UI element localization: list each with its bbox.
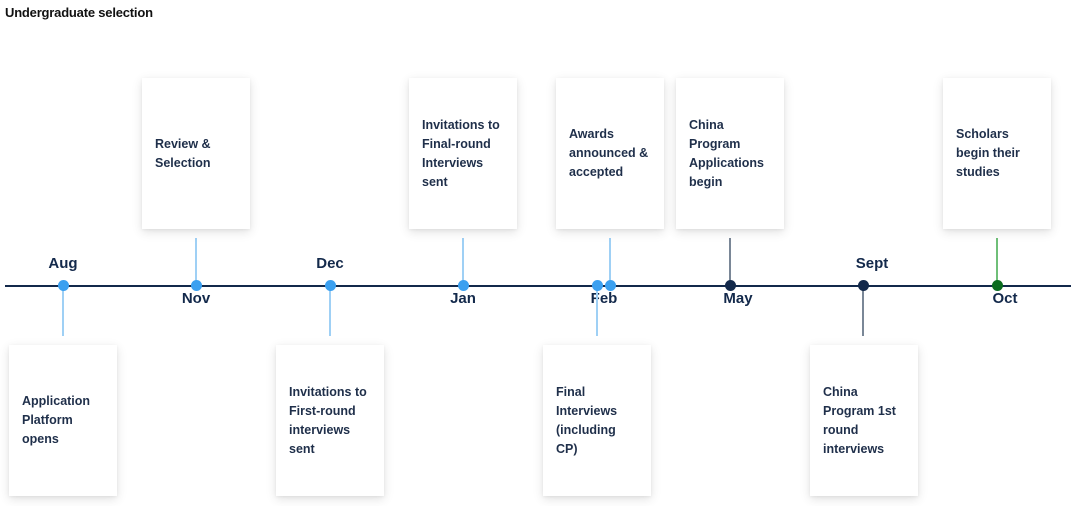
- timeline-marker: [724, 280, 736, 291]
- event-text: Review & Selection: [155, 136, 211, 170]
- connector-line: [462, 238, 464, 286]
- month-label-oct: Oct: [992, 290, 1018, 307]
- event-text: Application Platform opens: [22, 394, 91, 446]
- connector-line: [329, 286, 331, 336]
- timeline-marker: [591, 280, 603, 291]
- timeline-axis: [5, 285, 1071, 287]
- timeline-marker: [604, 280, 616, 291]
- month-label-feb: Feb: [590, 290, 618, 307]
- event-card: Invitations to Final-round Interviews se…: [409, 78, 517, 229]
- month-label-may: May: [723, 290, 753, 307]
- timeline-marker: [857, 280, 869, 291]
- connector-line: [862, 286, 864, 336]
- event-card: Final Interviews (including CP): [543, 345, 651, 496]
- event-card: Scholars begin their studies: [943, 78, 1051, 229]
- timeline-marker: [190, 280, 202, 291]
- timeline-marker: [457, 280, 469, 291]
- event-card: Review & Selection: [142, 78, 250, 229]
- event-card: Application Platform opens: [9, 345, 117, 496]
- connector-line: [62, 286, 64, 336]
- month-label-jan: Jan: [450, 290, 476, 307]
- connector-line: [596, 286, 598, 336]
- event-card: Invitations to First-round interviews se…: [276, 345, 384, 496]
- event-card: Awards announced & accepted: [556, 78, 664, 229]
- event-text: China Program 1st round interviews: [823, 384, 896, 456]
- event-text: Invitations to Final-round Interviews se…: [422, 117, 500, 189]
- timeline-marker: [991, 280, 1003, 291]
- month-label-sept: Sept: [855, 255, 889, 272]
- connector-line: [996, 238, 998, 286]
- event-text: Invitations to First-round interviews se…: [289, 384, 367, 456]
- event-text: Final Interviews (including CP): [556, 384, 618, 456]
- timeline-marker: [324, 280, 336, 291]
- page-title: Undergraduate selection: [5, 5, 153, 20]
- event-text: Awards announced & accepted: [569, 127, 649, 179]
- event-card: China Program Applications begin: [676, 78, 784, 229]
- month-label-nov: Nov: [181, 290, 211, 307]
- connector-line: [195, 238, 197, 286]
- connector-line: [729, 238, 731, 286]
- event-text: China Program Applications begin: [689, 117, 765, 189]
- event-text: Scholars begin their studies: [956, 127, 1020, 179]
- timeline-marker: [57, 280, 69, 291]
- month-label-aug: Aug: [48, 255, 78, 272]
- event-card: China Program 1st round interviews: [810, 345, 918, 496]
- month-label-dec: Dec: [316, 255, 344, 272]
- connector-line: [609, 238, 611, 286]
